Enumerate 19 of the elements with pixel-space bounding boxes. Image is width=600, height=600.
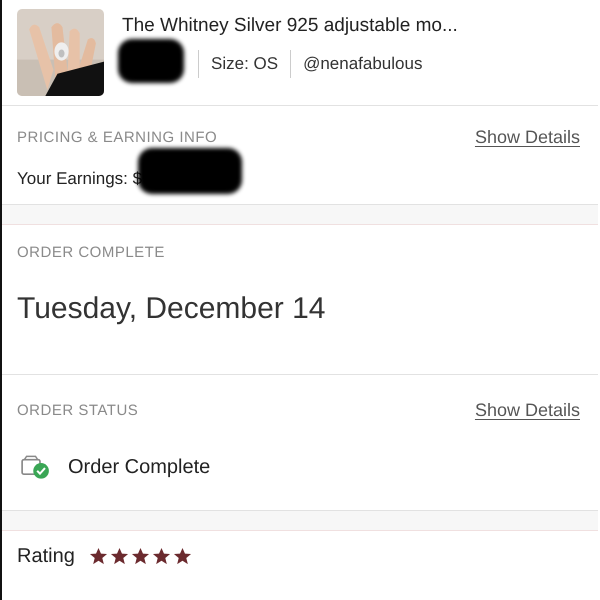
seller-username[interactable]: @nenafabulous	[303, 54, 422, 74]
star-icon	[152, 547, 171, 566]
product-title: The Whitney Silver 925 adjustable mo...	[122, 15, 458, 37]
completion-date: Tuesday, December 14	[17, 292, 326, 326]
star-icon	[110, 547, 129, 566]
section-label: ORDER STATUS	[17, 402, 138, 419]
status-text: Order Complete	[68, 456, 210, 479]
size-text: Size: OS	[211, 54, 278, 74]
redaction-mark	[118, 39, 184, 83]
package-check-icon	[21, 455, 50, 480]
earnings-text: Your Earnings: $	[17, 169, 142, 189]
star-icon	[130, 547, 150, 566]
star-icon	[88, 547, 108, 566]
rating-label: Rating	[17, 545, 75, 568]
section-label: PRICING & EARNING INFO	[17, 129, 218, 146]
star-icon	[172, 547, 192, 566]
show-details-link[interactable]: Show Details	[474, 400, 580, 421]
section-label: ORDER COMPLETE	[17, 244, 165, 261]
show-details-link[interactable]: Show Details	[474, 127, 580, 148]
